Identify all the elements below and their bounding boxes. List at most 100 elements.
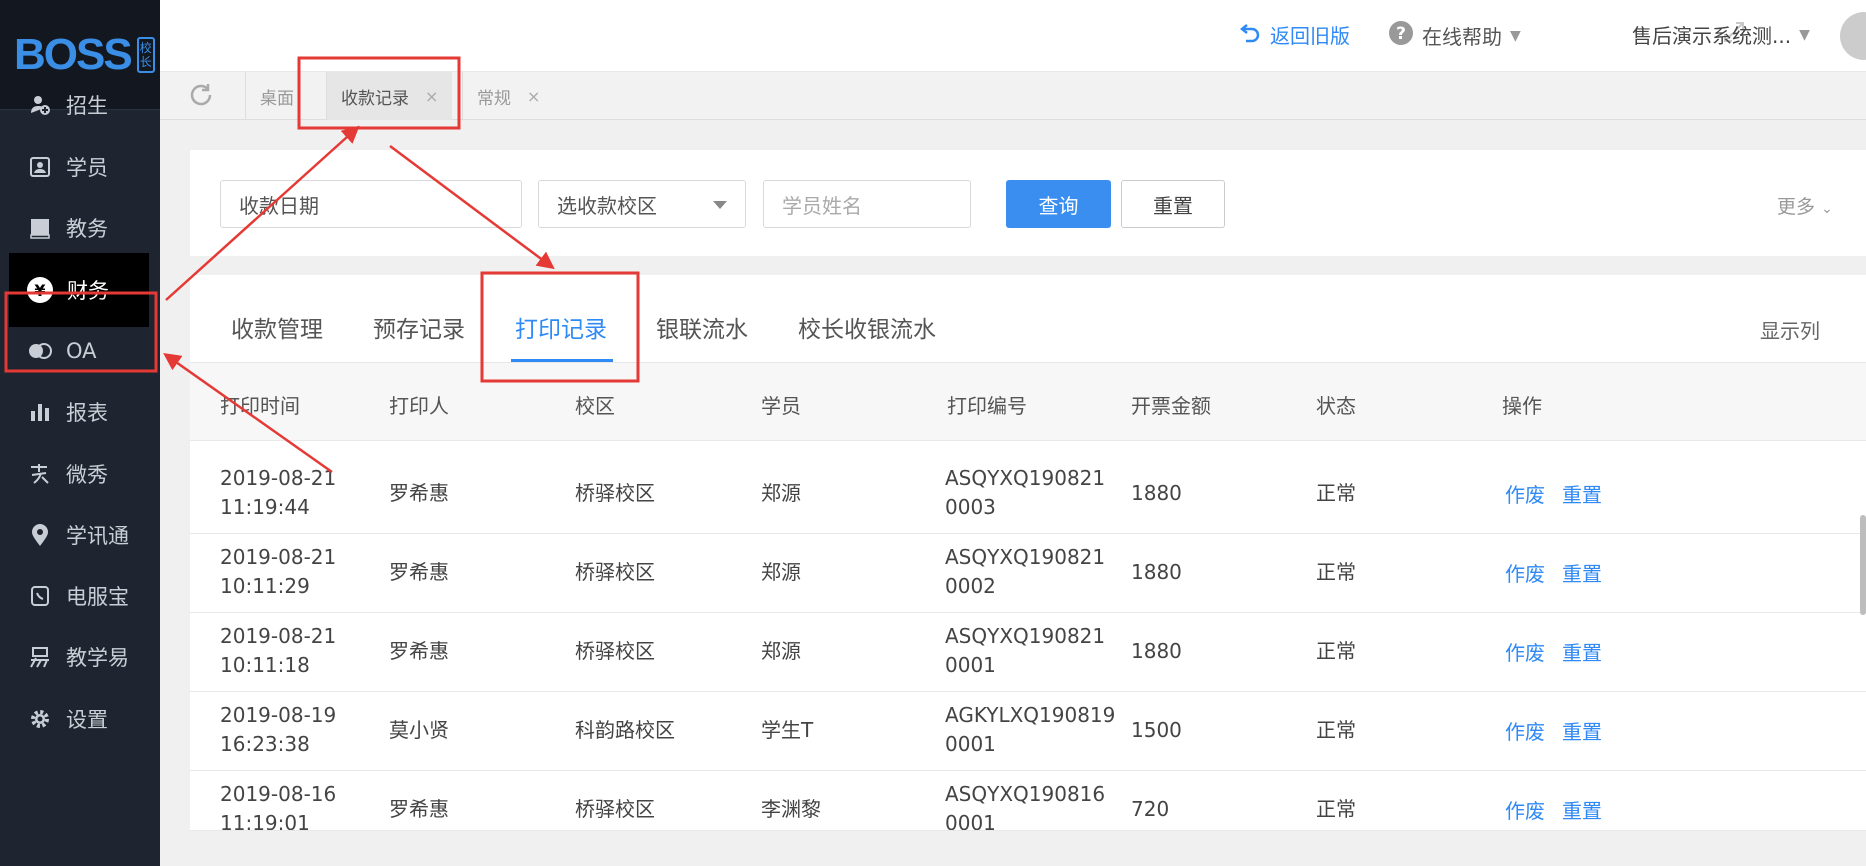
top-header: 返回旧版 ? 在线帮助 ▼ 售后演示系统测... ▼ [160, 0, 1866, 72]
status-text: 正常 [1316, 560, 1356, 584]
id-card-icon [28, 155, 52, 179]
column-header[interactable]: 校区 [575, 390, 615, 419]
tab-payment-records[interactable]: 收款记录 × [326, 72, 453, 120]
subtab-print-records[interactable]: 打印记录 [515, 310, 607, 344]
reset-link[interactable]: 重置 [1562, 716, 1602, 745]
void-link[interactable]: 作废 [1505, 558, 1545, 587]
reset-link[interactable]: 重置 [1562, 637, 1602, 666]
back-to-old-label: 返回旧版 [1270, 24, 1350, 48]
sidebar-item-dianfubao[interactable]: 电服宝 [0, 574, 160, 618]
sidebar-item-label: 财务 [67, 279, 109, 303]
logo-badge: 校长 [136, 36, 155, 73]
student-name: 李渊黎 [761, 797, 821, 821]
printer-name: 罗希惠 [389, 560, 449, 584]
print-code: ASQYXQ190821 0003 [945, 466, 1106, 519]
tab-desktop[interactable]: 桌面 [245, 72, 308, 120]
active-subtab-indicator [511, 359, 613, 362]
sidebar-item-enrollment[interactable]: 招生 [0, 83, 160, 127]
invoice-amount: 1880 [1131, 639, 1182, 663]
student-name: 学生T [761, 718, 814, 742]
back-to-old-version-link[interactable]: 返回旧版 [1238, 20, 1350, 49]
sidebar-item-label: 电服宝 [66, 585, 129, 609]
void-link[interactable]: 作废 [1505, 716, 1545, 745]
reset-link[interactable]: 重置 [1562, 479, 1602, 508]
table-row[interactable]: 2019-08-21 11:19:44 罗希惠 桥驿校区 郑源 ASQYXQ190… [190, 455, 1866, 534]
online-help-menu[interactable]: ? 在线帮助 ▼ [1388, 20, 1521, 51]
student-name: 郑源 [761, 639, 801, 663]
void-link[interactable]: 作废 [1505, 479, 1545, 508]
campus-select-value: 选收款校区 [557, 193, 657, 218]
reset-link[interactable]: 重置 [1562, 558, 1602, 587]
table-row[interactable]: 2019-08-16 11:19:01 罗希惠 桥驿校区 李渊黎 ASQYXQ19… [190, 771, 1866, 831]
column-header[interactable]: 学员 [761, 390, 801, 419]
avatar[interactable] [1840, 12, 1866, 60]
sidebar-item-settings[interactable]: 设置 [0, 697, 160, 741]
sidebar-item-label: 设置 [66, 708, 108, 732]
sidebar: BOSS 校长 招生 学员 教务 ¥ 财务 OA 报表 微秀 学讯通 电服宝 教… [0, 0, 160, 866]
bar-chart-icon [28, 400, 52, 424]
subtab-unionpay-flow[interactable]: 银联流水 [656, 310, 748, 344]
sidebar-item-label: 报表 [66, 401, 108, 425]
invoice-amount: 1880 [1131, 481, 1182, 505]
table-row[interactable]: 2019-08-21 10:11:29 罗希惠 桥驿校区 郑源 ASQYXQ190… [190, 534, 1866, 613]
sidebar-item-academic[interactable]: 教务 [0, 206, 160, 250]
vertical-scrollbar[interactable] [1860, 515, 1866, 615]
tab-label: 常规 [477, 88, 511, 109]
status-text: 正常 [1316, 639, 1356, 663]
student-name-input[interactable]: 学员姓名 [763, 180, 971, 228]
column-header[interactable]: 操作 [1502, 390, 1542, 419]
campus-select[interactable]: 选收款校区 [538, 180, 746, 228]
chevron-down-icon: ⌄ [1821, 201, 1833, 217]
status-text: 正常 [1316, 797, 1356, 821]
sidebar-item-finance[interactable]: ¥ 财务 [9, 253, 149, 327]
refresh-icon[interactable] [188, 82, 214, 115]
user-menu[interactable]: 售后演示系统测... ▼ [1632, 20, 1810, 49]
table-row[interactable]: 2019-08-21 10:11:18 罗希惠 桥驿校区 郑源 ASQYXQ190… [190, 613, 1866, 692]
phone-icon [28, 584, 52, 608]
sidebar-item-xuexuntong[interactable]: 学讯通 [0, 513, 160, 557]
subtab-principal-cashier-flow[interactable]: 校长收银流水 [798, 310, 936, 344]
online-help-label: 在线帮助 [1422, 25, 1502, 49]
void-link[interactable]: 作废 [1505, 637, 1545, 666]
printer-name: 罗希惠 [389, 639, 449, 663]
print-time: 2019-08-21 11:19:44 [220, 466, 337, 519]
payment-date-field[interactable]: 收款日期 [220, 180, 522, 228]
sidebar-item-jiaoxueyi[interactable]: 教学易 [0, 635, 160, 679]
sidebar-item-oa[interactable]: OA [0, 329, 160, 373]
column-header[interactable]: 打印时间 [220, 390, 300, 419]
svg-text:?: ? [1396, 24, 1406, 44]
sidebar-item-label: 教务 [66, 217, 108, 241]
xiu-icon [28, 462, 52, 486]
sidebar-item-weixiu[interactable]: 微秀 [0, 452, 160, 496]
show-columns-button[interactable]: 显示列 [1760, 315, 1820, 344]
campus-name: 科韵路校区 [575, 718, 675, 742]
status-text: 正常 [1316, 481, 1356, 505]
column-header[interactable]: 状态 [1316, 390, 1356, 419]
sidebar-item-label: 学员 [66, 156, 108, 180]
column-header[interactable]: 打印人 [389, 390, 449, 419]
sidebar-item-label: 招生 [66, 94, 108, 118]
table-row[interactable]: 2019-08-19 16:23:38 莫小贤 科韵路校区 学生T AGKYLXQ… [190, 692, 1866, 771]
invoice-amount: 1880 [1131, 560, 1182, 584]
column-header[interactable]: 打印编号 [947, 390, 1027, 419]
logo-text: BOSS [14, 29, 133, 79]
subtab-payment-management[interactable]: 收款管理 [231, 310, 323, 344]
yen-icon: ¥ [27, 277, 53, 303]
subtab-prepaid-records[interactable]: 预存记录 [373, 310, 465, 344]
location-pin-icon [28, 523, 52, 547]
reset-link[interactable]: 重置 [1562, 795, 1602, 824]
column-header[interactable]: 开票金额 [1131, 390, 1211, 419]
sidebar-item-students[interactable]: 学员 [0, 145, 160, 189]
sidebar-item-reports[interactable]: 报表 [0, 390, 160, 434]
tab-general[interactable]: 常规 × [462, 72, 554, 120]
print-time: 2019-08-21 10:11:18 [220, 624, 337, 677]
reset-button[interactable]: 重置 [1121, 180, 1225, 228]
query-button[interactable]: 查询 [1006, 180, 1111, 228]
page-tab-bar: 桌面 收款记录 × 常规 × [160, 72, 1866, 120]
print-code: ASQYXQ190816 0001 [945, 782, 1106, 831]
close-icon[interactable]: × [527, 87, 540, 106]
sidebar-item-label: 教学易 [66, 646, 129, 670]
close-icon[interactable]: × [425, 87, 438, 106]
void-link[interactable]: 作废 [1505, 795, 1545, 824]
more-filters-toggle[interactable]: 更多 ⌄ [1777, 192, 1833, 219]
